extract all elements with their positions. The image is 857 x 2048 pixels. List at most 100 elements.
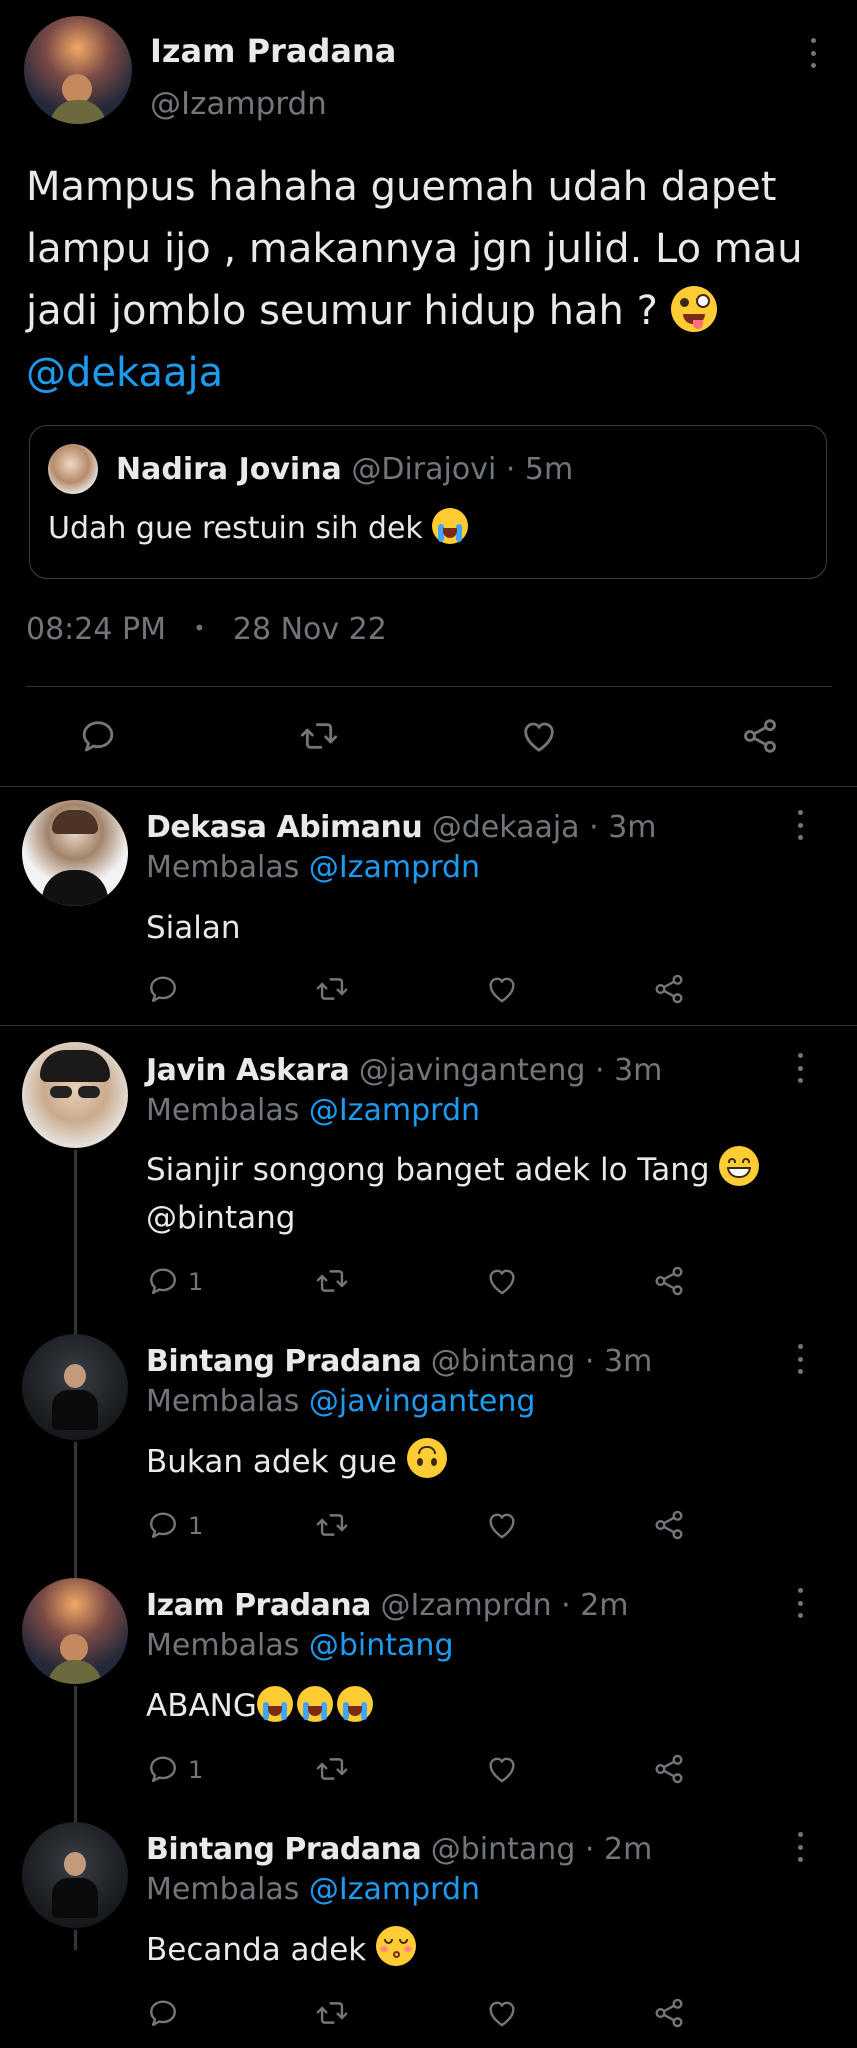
share-icon[interactable] [652,1752,686,1786]
replying-to: Membalas @bintang [146,1628,454,1663]
heart-icon[interactable] [484,972,520,1006]
quoted-tweet-time: · 5m [505,452,574,487]
retweet-icon[interactable] [314,1752,350,1786]
heart-icon[interactable] [484,1996,520,2030]
loudly-crying-face-emoji-icon [432,508,469,544]
reply-count: 1 [188,1512,204,1540]
thread-line [74,1930,77,1950]
replying-to-label: Membalas [146,1872,300,1907]
replying-to-link[interactable]: @Izamprdn [309,1872,480,1907]
quoted-tweet-card[interactable]: Nadira Jovina @Dirajovi · 5m Udah gue re… [29,425,827,579]
reply-icon[interactable] [146,1996,180,2030]
retweet-icon[interactable] [298,716,340,756]
more-vertical-icon[interactable] [792,1344,808,1374]
reply-author-avatar[interactable] [22,1822,128,1928]
reply-icon[interactable] [146,1264,180,1298]
mention-link[interactable]: @dekaaja [26,342,803,404]
reply-count: 1 [188,1268,204,1296]
zany-face-emoji-icon [670,286,717,332]
reply-author-avatar[interactable] [22,1334,128,1440]
reply-time: · 2m [584,1832,653,1867]
replying-to-link[interactable]: @Izamprdn [309,850,480,885]
main-author-handle[interactable]: @Izamprdn [150,86,327,122]
quoted-author-handle[interactable]: @Dirajovi [351,452,496,487]
reply-author-name[interactable]: Dekasa Abimanu [146,810,423,845]
reply-author-handle[interactable]: @bintang [431,1344,576,1379]
thread-line [74,1150,77,1334]
reply-author-handle[interactable]: @javinganteng [359,1053,586,1088]
reply-text-content: Sianjir songong banget adek lo Tang [146,1152,710,1188]
retweet-icon[interactable] [314,1264,350,1298]
reply-author-name[interactable]: Izam Pradana [146,1588,371,1623]
replying-to-label: Membalas [146,1628,300,1663]
more-vertical-icon[interactable] [792,1832,808,1862]
thread-line [74,1686,77,1822]
reply-author-row: Dekasa Abimanu @dekaaja · 3m [146,810,657,845]
heart-icon[interactable] [518,716,560,756]
reply-text-content: Becanda adek [146,1932,367,1968]
heart-icon[interactable] [484,1264,520,1298]
reply-author-avatar[interactable] [22,800,128,906]
quoted-author-name[interactable]: Nadira Jovina [116,452,342,487]
heart-icon[interactable] [484,1508,520,1542]
share-icon[interactable] [652,972,686,1006]
more-vertical-icon[interactable] [792,810,808,840]
reply-icon[interactable] [78,716,118,756]
thread-line [74,1442,77,1578]
reply-author-row: Bintang Pradana @bintang · 2m [146,1832,652,1867]
retweet-icon[interactable] [314,972,350,1006]
reply-author-avatar[interactable] [22,1042,128,1148]
kissing-face-emoji-icon [376,1926,417,1966]
more-vertical-icon[interactable] [792,1053,808,1083]
reply-time: · 3m [584,1344,653,1379]
loudly-crying-face-emoji-icon [336,1686,373,1722]
main-author-avatar[interactable] [24,16,132,124]
reply-author-name[interactable]: Bintang Pradana [146,1832,422,1867]
reply-author-name[interactable]: Javin Askara [146,1053,350,1088]
heart-icon[interactable] [484,1752,520,1786]
reply-author-handle[interactable]: @bintang [431,1832,576,1867]
replying-to-link[interactable]: @bintang [309,1628,454,1663]
replying-to-link[interactable]: @Izamprdn [309,1093,480,1128]
reply-count: 1 [188,1756,204,1784]
replying-to: Membalas @Izamprdn [146,1872,480,1907]
retweet-icon[interactable] [314,1996,350,2030]
reply-time: · 3m [589,810,657,845]
reply-text: Sianjir songong banget adek lo Tang [146,1146,760,1194]
share-icon[interactable] [652,1264,686,1298]
reply-author-handle[interactable]: @Izamprdn [380,1588,551,1623]
quoted-tweet-text: Udah gue restuin sih dek [48,508,469,546]
tweet-text-line: lampu ijo , makannya jgn julid. Lo mau [26,226,803,272]
more-vertical-icon[interactable] [792,1588,808,1618]
replying-to-link[interactable]: @javinganteng [309,1384,536,1419]
timestamp-separator: • [193,616,206,640]
mention-link[interactable]: @bintang [146,1194,295,1242]
share-icon[interactable] [652,1508,686,1542]
reply-icon[interactable] [146,972,180,1006]
reply-author-avatar[interactable] [22,1578,128,1684]
reply-author-row: Javin Askara @javinganteng · 3m [146,1053,662,1088]
replying-to: Membalas @javinganteng [146,1384,535,1419]
loudly-crying-face-emoji-icon [296,1686,333,1722]
quoted-tweet-text-content: Udah gue restuin sih dek [48,511,423,546]
divider [26,686,832,687]
reply-author-name[interactable]: Bintang Pradana [146,1344,422,1379]
share-icon[interactable] [740,716,780,756]
reply-icon[interactable] [146,1508,180,1542]
grinning-face-emoji-icon [719,1146,760,1186]
reply-author-handle[interactable]: @dekaaja [432,810,580,845]
quoted-author-avatar[interactable] [48,444,98,494]
reply-text: Becanda adek [146,1926,417,1974]
divider [0,786,857,787]
reply-time: · 3m [595,1053,663,1088]
reply-icon[interactable] [146,1752,180,1786]
loudly-crying-face-emoji-icon [256,1686,293,1722]
replying-to-label: Membalas [146,850,300,885]
retweet-icon[interactable] [314,1508,350,1542]
share-icon[interactable] [652,1996,686,2030]
reply-author-row: Bintang Pradana @bintang · 3m [146,1344,652,1379]
reply-text: Sialan [146,910,241,946]
main-author-name[interactable]: Izam Pradana [150,32,396,70]
quoted-author-row: Nadira Jovina @Dirajovi · 5m [116,452,573,487]
more-vertical-icon[interactable] [805,38,821,68]
